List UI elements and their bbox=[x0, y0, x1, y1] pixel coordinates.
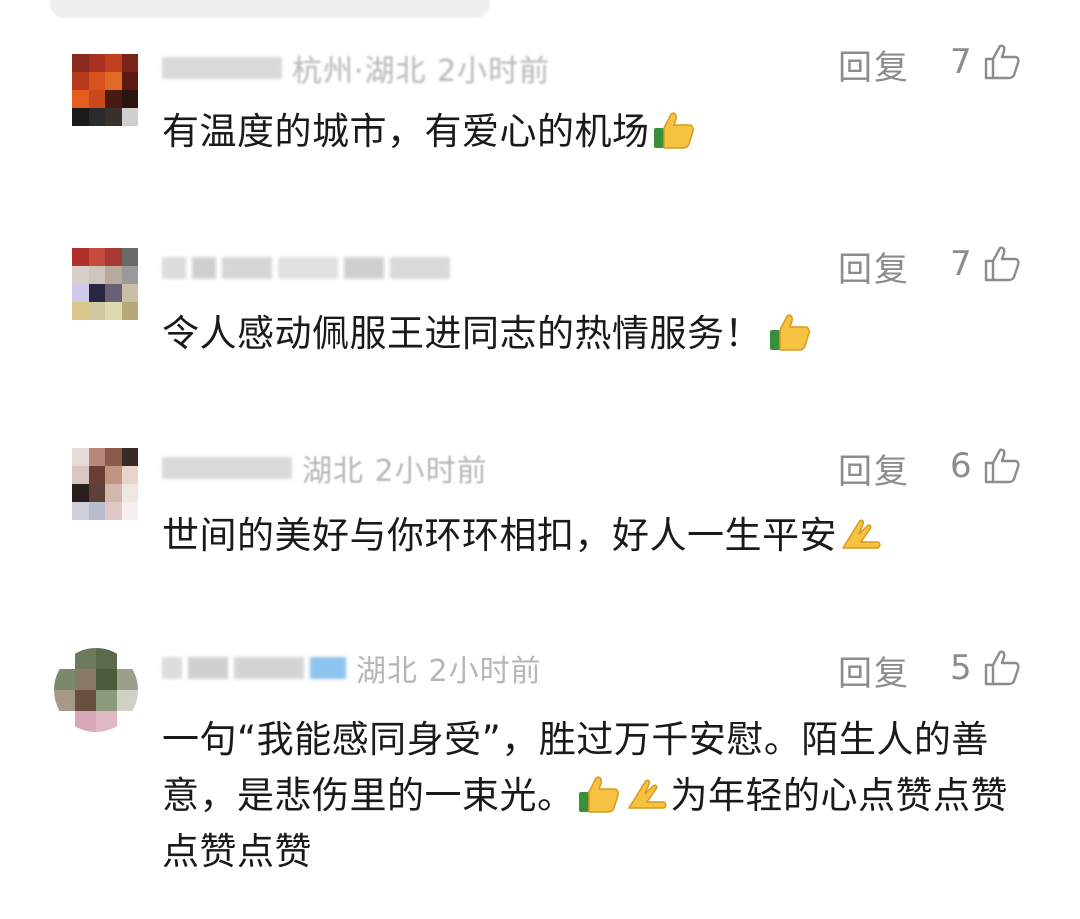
meta-text: 湖北 2小时前 bbox=[302, 454, 488, 489]
blurred-username bbox=[344, 257, 384, 279]
thumbs-up-emoji-icon bbox=[770, 314, 810, 351]
comment-meta: 湖北 2小时前 bbox=[162, 448, 488, 489]
blurred-username bbox=[222, 257, 272, 279]
reply-button[interactable]: 回复 bbox=[838, 444, 910, 493]
folded-hands-emoji-icon bbox=[627, 779, 667, 809]
meta-text: 湖北 2小时前 bbox=[356, 654, 542, 689]
blurred-username bbox=[162, 657, 182, 679]
thumbs-up-emoji-icon bbox=[578, 776, 619, 813]
like-button[interactable]: 7 bbox=[950, 244, 1022, 284]
reply-button[interactable]: 回复 bbox=[838, 40, 910, 89]
like-button[interactable]: 6 bbox=[950, 446, 1022, 486]
comment-meta bbox=[162, 248, 460, 288]
comment-text: 有温度的城市，有爱心的机场 bbox=[162, 110, 650, 153]
thumbs-up-emoji-icon bbox=[653, 112, 694, 149]
comment-text-row: 有温度的城市，有爱心的机场 bbox=[162, 104, 1042, 160]
blurred-username bbox=[162, 457, 292, 479]
thumbs-up-outline-icon bbox=[984, 44, 1020, 80]
meta-text: 杭州·湖北 2小时前 bbox=[292, 54, 551, 89]
comment-text: 令人感动佩服王进同志的热情服务！ bbox=[162, 312, 762, 355]
blurred-username bbox=[162, 57, 282, 79]
comment-meta: 湖北 2小时前 bbox=[162, 648, 542, 689]
blurred-username bbox=[162, 257, 186, 279]
thumbs-up-outline-icon bbox=[984, 246, 1020, 282]
blurred-username bbox=[310, 657, 346, 679]
comment-text-row: 世间的美好与你环环相扣，好人一生平安 bbox=[162, 508, 1042, 564]
comment-text-row: 令人感动佩服王进同志的热情服务！ bbox=[162, 306, 1042, 362]
comment-text-row: 一句“我能感同身受”，胜过万千安慰。陌生人的善意，是悲伤里的一束光。 为年轻的心点… bbox=[162, 712, 1022, 880]
comment-text: 世间的美好与你环环相扣，好人一生平安 bbox=[162, 514, 837, 557]
like-count: 7 bbox=[950, 244, 972, 284]
like-count: 6 bbox=[950, 446, 972, 486]
like-count: 7 bbox=[950, 42, 972, 82]
blurred-username bbox=[188, 657, 228, 679]
like-button[interactable]: 5 bbox=[950, 648, 1022, 688]
like-count: 5 bbox=[950, 648, 972, 688]
blurred-username bbox=[192, 257, 216, 279]
avatar[interactable] bbox=[72, 448, 138, 520]
like-button[interactable]: 7 bbox=[950, 42, 1022, 82]
blurred-username bbox=[390, 257, 450, 279]
avatar[interactable] bbox=[72, 248, 138, 320]
thumbs-up-outline-icon bbox=[984, 448, 1020, 484]
thumbs-up-outline-icon bbox=[984, 650, 1020, 686]
previous-content-edge bbox=[50, 0, 490, 18]
reply-button[interactable]: 回复 bbox=[838, 646, 910, 695]
blurred-username bbox=[234, 657, 304, 679]
comment-meta: 杭州·湖北 2小时前 bbox=[162, 48, 551, 89]
folded-hands-emoji-icon bbox=[841, 519, 881, 549]
reply-button[interactable]: 回复 bbox=[838, 242, 910, 291]
avatar[interactable] bbox=[54, 648, 138, 732]
avatar[interactable] bbox=[72, 54, 138, 126]
blurred-username bbox=[278, 257, 338, 279]
